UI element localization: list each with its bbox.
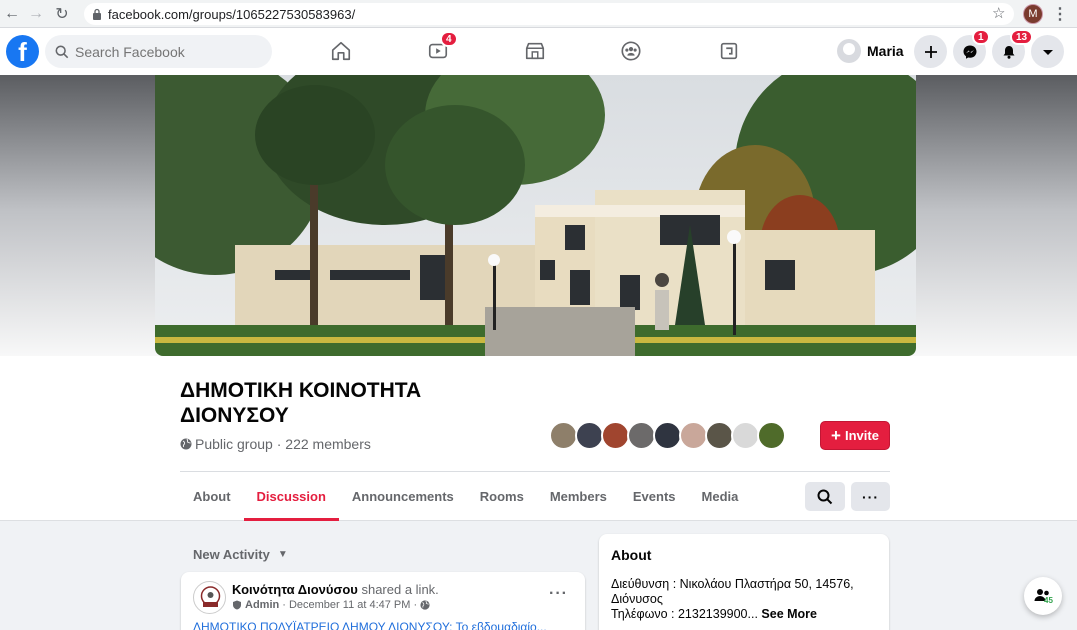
more-options-button[interactable]: ··· bbox=[851, 482, 890, 511]
tab-announcements[interactable]: Announcements bbox=[339, 472, 467, 521]
member-avatar[interactable] bbox=[549, 421, 578, 450]
caret-down-icon: ▼ bbox=[277, 549, 288, 560]
search-box[interactable] bbox=[45, 35, 272, 68]
plus-icon bbox=[924, 45, 937, 58]
about-title: About bbox=[611, 547, 652, 563]
member-avatar[interactable] bbox=[575, 421, 604, 450]
more-dots-icon: ··· bbox=[862, 488, 879, 505]
watch-badge: 4 bbox=[440, 31, 458, 47]
home-icon bbox=[331, 41, 351, 61]
tab-discussion[interactable]: Discussion bbox=[243, 472, 340, 521]
reload-icon[interactable]: ↻ bbox=[52, 4, 72, 24]
admin-shield-icon bbox=[233, 600, 241, 610]
about-address: Διεύθυνση : Νικολάου Πλαστήρα 50, 14576, bbox=[611, 577, 854, 591]
facebook-logo[interactable]: f bbox=[6, 35, 39, 68]
member-avatar[interactable] bbox=[757, 421, 786, 450]
marketplace-icon bbox=[525, 42, 545, 60]
member-avatar[interactable] bbox=[627, 421, 656, 450]
search-icon bbox=[817, 489, 833, 504]
sort-label: New Activity bbox=[193, 547, 270, 562]
user-name: Maria bbox=[867, 43, 904, 59]
invite-button[interactable]: + Invite bbox=[820, 421, 890, 450]
post-author-avatar[interactable] bbox=[193, 581, 226, 614]
globe-icon bbox=[420, 600, 430, 610]
post-options-icon[interactable]: ··· bbox=[549, 585, 568, 603]
group-tabs: About Discussion Announcements Rooms Members… bbox=[180, 472, 751, 521]
tab-events[interactable]: Events bbox=[620, 472, 689, 521]
forward-arrow-icon[interactable]: → bbox=[26, 4, 46, 24]
plus-icon: + bbox=[831, 425, 841, 445]
post-header: Κοινότητα Διονύσου shared a link. bbox=[232, 582, 439, 597]
dot-separator: · bbox=[410, 599, 421, 611]
bookmark-star-icon[interactable]: ☆ bbox=[992, 4, 1005, 22]
gaming-tab[interactable] bbox=[714, 36, 744, 66]
profile-chip[interactable]: Maria bbox=[837, 39, 904, 63]
post-action: shared a link. bbox=[357, 582, 439, 597]
back-arrow-icon[interactable]: ← bbox=[2, 4, 22, 24]
cover-photo[interactable] bbox=[155, 75, 916, 356]
about-phone: Τηλέφωνο : 2132139900... bbox=[611, 607, 758, 621]
notifications-badge: 13 bbox=[1010, 29, 1034, 45]
tab-members[interactable]: Members bbox=[537, 472, 620, 521]
lock-icon bbox=[93, 8, 101, 20]
search-icon bbox=[55, 45, 69, 58]
group-header: ΔΗΜΟΤΙΚΗ ΚΟΙΝΟΤΗΤΑ ΔΙΟΝΥΣΟΥ Public group… bbox=[0, 356, 1077, 521]
bell-icon bbox=[1003, 45, 1014, 59]
sort-dropdown[interactable]: New Activity ▼ bbox=[193, 547, 288, 562]
post-link-text[interactable]: ΔΗΜΟΤΙΚΟ ΠΟΛΥΪΑΤΡΕΙΟ ΔΗΜΟΥ ΔΙΟΝΥΣΟΥ: Το … bbox=[193, 620, 573, 630]
community-logo-icon bbox=[200, 586, 221, 607]
group-meta: Public group · 222 members bbox=[180, 436, 371, 452]
post-card: Κοινότητα Διονύσου shared a link. Admin … bbox=[181, 572, 585, 630]
tab-rooms[interactable]: Rooms bbox=[467, 472, 537, 521]
globe-icon bbox=[180, 438, 192, 450]
browser-profile-avatar[interactable]: M bbox=[1023, 4, 1043, 24]
post-time[interactable]: December 11 at 4:47 PM bbox=[289, 599, 410, 611]
about-phone-row: Τηλέφωνο : 2132139900... See More bbox=[611, 607, 881, 622]
cover-photo-building-image bbox=[155, 75, 916, 356]
messenger-icon bbox=[963, 45, 976, 59]
marketplace-tab[interactable] bbox=[520, 36, 550, 66]
group-title[interactable]: ΔΗΜΟΤΙΚΗ ΚΟΙΝΟΤΗΤΑ ΔΙΟΝΥΣΟΥ bbox=[180, 378, 480, 428]
tab-about[interactable]: About bbox=[180, 472, 244, 521]
messenger-badge: 1 bbox=[972, 29, 990, 45]
meta-separator: · bbox=[272, 436, 286, 452]
member-avatar[interactable] bbox=[601, 421, 630, 450]
member-avatar[interactable] bbox=[653, 421, 682, 450]
facebook-top-nav: f 4 Maria 1 13 bbox=[0, 28, 1077, 75]
member-avatar[interactable] bbox=[705, 421, 734, 450]
about-card: About Διεύθυνση : Νικολάου Πλαστήρα 50, … bbox=[599, 534, 889, 630]
search-group-button[interactable] bbox=[805, 482, 845, 511]
watch-tab[interactable]: 4 bbox=[423, 31, 458, 66]
search-input[interactable] bbox=[75, 43, 255, 60]
groups-icon bbox=[621, 41, 641, 61]
member-avatar[interactable] bbox=[679, 421, 708, 450]
home-tab[interactable] bbox=[326, 36, 356, 66]
user-avatar bbox=[837, 39, 861, 63]
gaming-icon bbox=[720, 42, 738, 60]
caret-down-icon bbox=[1042, 49, 1053, 55]
member-avatar-stack[interactable] bbox=[549, 421, 786, 450]
dot-separator: · bbox=[282, 599, 289, 611]
group-member-count[interactable]: 222 members bbox=[285, 436, 371, 452]
notifications-button[interactable]: 13 bbox=[992, 29, 1034, 68]
messenger-button[interactable]: 1 bbox=[953, 29, 990, 68]
tab-media[interactable]: Media bbox=[689, 472, 752, 521]
new-message-button[interactable]: 45 bbox=[1024, 577, 1062, 615]
invite-label: Invite bbox=[844, 428, 879, 443]
browser-menu-icon[interactable]: ⋮ bbox=[1052, 4, 1068, 24]
post-subline: Admin · December 11 at 4:47 PM · bbox=[232, 599, 430, 611]
address-bar[interactable]: facebook.com/groups/1065227530583963/ bbox=[84, 3, 1014, 25]
see-more-link[interactable]: See More bbox=[761, 607, 817, 621]
online-count: 45 bbox=[1044, 596, 1053, 605]
create-button[interactable] bbox=[914, 35, 947, 68]
post-role: Admin bbox=[245, 599, 280, 611]
groups-tab[interactable] bbox=[616, 36, 646, 66]
about-address-city: Διόνυσος bbox=[611, 592, 663, 606]
post-author-name[interactable]: Κοινότητα Διονύσου bbox=[232, 582, 358, 597]
member-avatar[interactable] bbox=[731, 421, 760, 450]
group-privacy[interactable]: Public group bbox=[195, 436, 273, 452]
url-text: facebook.com/groups/1065227530583963/ bbox=[108, 6, 356, 22]
browser-toolbar: ← → ↻ facebook.com/groups/10652275305839… bbox=[0, 0, 1077, 28]
account-menu-button[interactable] bbox=[1031, 35, 1064, 68]
